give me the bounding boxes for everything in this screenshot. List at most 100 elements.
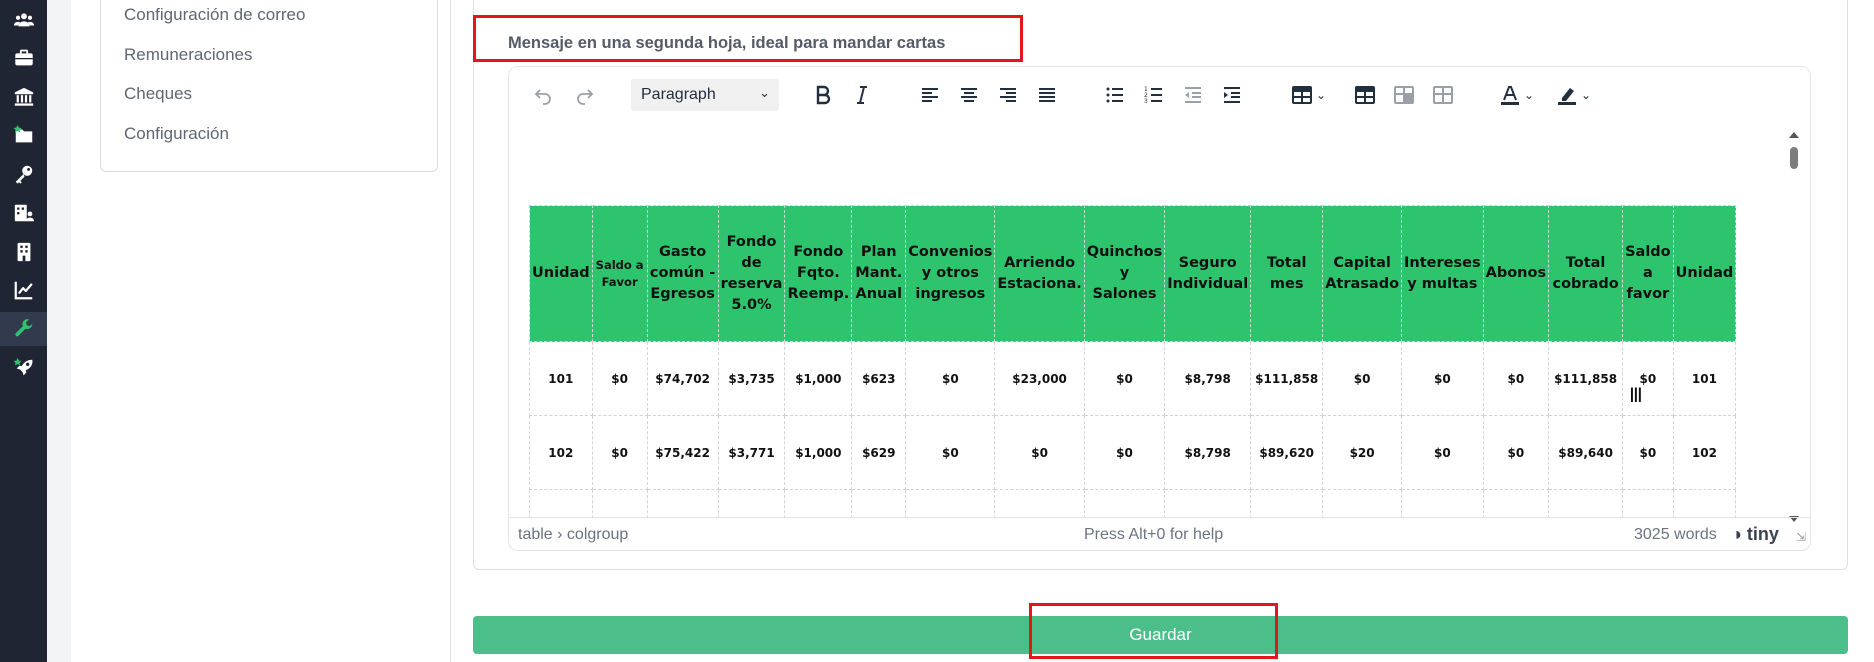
text-color-icon[interactable]: ⌄ xyxy=(1493,79,1539,111)
tiny-logo-text: tiny xyxy=(1746,524,1779,544)
undo-icon[interactable] xyxy=(527,79,559,111)
wrench-icon[interactable] xyxy=(0,312,47,346)
header-cell: Unidad xyxy=(1672,205,1737,342)
block-format-value: Paragraph xyxy=(641,86,716,103)
table-delete-icon[interactable] xyxy=(1427,79,1459,111)
header-cell: Total cobrado xyxy=(1548,205,1624,342)
table-chevron-icon: ⌄ xyxy=(1315,88,1327,102)
bullet-list-icon[interactable] xyxy=(1099,79,1131,111)
table-cell: $133,754 xyxy=(1250,489,1324,517)
table-cell: $0 xyxy=(1401,341,1484,416)
highlight-chevron-icon: ⌄ xyxy=(1580,88,1592,102)
bank-icon[interactable] xyxy=(0,80,47,114)
header-cell: Saldo a Favor xyxy=(591,205,648,342)
table-cell: $0 xyxy=(1622,415,1674,490)
table-cell: $0 xyxy=(1083,341,1166,416)
charges-table: Unidad Saldo a Favor Gasto común - Egres… xyxy=(529,205,1737,517)
table-cell: $111,858 xyxy=(1250,341,1324,416)
chart-line-icon[interactable] xyxy=(0,273,47,307)
header-cell: Quinchos y Salones xyxy=(1083,205,1166,342)
editor-statusbar: table › colgroup Press Alt+0 for help 30… xyxy=(509,517,1810,550)
table-cell: $3,735 xyxy=(717,341,786,416)
table-cell: $8,798 xyxy=(1164,415,1252,490)
building-icon[interactable] xyxy=(0,235,47,269)
table-cell: $0 xyxy=(905,341,996,416)
align-right-icon[interactable] xyxy=(992,79,1024,111)
table-cell: $111,858 xyxy=(1548,341,1624,416)
header-cell: Arriendo Estaciona. xyxy=(994,205,1085,342)
table-cell: $140,658 xyxy=(1322,489,1403,517)
header-cell: Fondo de reserva 5.0% xyxy=(717,205,786,342)
briefcase-icon[interactable] xyxy=(0,41,47,75)
table-cell: 103 xyxy=(529,489,593,517)
block-format-select[interactable]: Paragraph ⌄ xyxy=(631,79,779,111)
users-icon[interactable] xyxy=(0,3,47,37)
table-cell: $1,680 xyxy=(1401,489,1484,517)
submenu-item-configuracion[interactable]: Configuración xyxy=(124,124,229,144)
table-cell: $623 xyxy=(851,341,907,416)
table-cell: $89,640 xyxy=(1548,415,1624,490)
tiny-logo-icon: ◑ xyxy=(1731,524,1742,544)
table-cell: $0 xyxy=(1401,415,1484,490)
editor-content[interactable]: Unidad Saldo a Favor Gasto común - Egres… xyxy=(509,121,1810,517)
table-cell: $3,489 xyxy=(717,489,786,517)
align-center-icon[interactable] xyxy=(953,79,985,111)
table-cell: $74,702 xyxy=(646,341,719,416)
key-icon[interactable] xyxy=(0,157,47,191)
table-cell: 101 xyxy=(1672,341,1737,416)
bold-icon[interactable] xyxy=(807,79,839,111)
table-cell: $75,422 xyxy=(646,415,719,490)
table-cell: $1,000 xyxy=(784,341,853,416)
table-cell: $0 xyxy=(1482,341,1550,416)
table-cell: $0 xyxy=(905,415,996,490)
table-cell: 102 xyxy=(529,415,593,490)
header-cell: Plan Mant. Anual xyxy=(851,205,907,342)
word-count[interactable]: 3025 words xyxy=(1634,526,1717,544)
table-cell: 101 xyxy=(529,341,593,416)
submenu-item-remuneraciones[interactable]: Remuneraciones xyxy=(124,45,253,65)
table-cell: $58,897 xyxy=(905,489,996,517)
header-cell: Fondo Fqto. Reemp. xyxy=(784,205,853,342)
header-cell: Convenios y otros ingresos xyxy=(905,205,996,342)
tiny-logo[interactable]: ◑ tiny xyxy=(1731,524,1779,545)
table-cell: 103 xyxy=(1672,489,1737,517)
numbered-list-icon[interactable]: 123 xyxy=(1138,79,1170,111)
element-path[interactable]: table › colgroup xyxy=(518,526,628,544)
table-cell: $89,620 xyxy=(1250,415,1324,490)
table-cell: 102 xyxy=(1672,415,1737,490)
help-hint: Press Alt+0 for help xyxy=(1084,526,1224,543)
editor-scrollbar[interactable] xyxy=(1788,131,1800,523)
table-cell: $20 xyxy=(1322,415,1403,490)
table-cell-props-icon[interactable] xyxy=(1388,79,1420,111)
rocket-star-icon[interactable] xyxy=(0,351,47,385)
table-cell: $629 xyxy=(851,415,907,490)
table-props-icon[interactable] xyxy=(1349,79,1381,111)
building-user-icon[interactable] xyxy=(0,196,47,230)
submenu-item-correo[interactable]: Configuración de correo xyxy=(124,5,305,25)
align-justify-icon[interactable] xyxy=(1031,79,1063,111)
table-cell: $0 xyxy=(1083,415,1166,490)
table-cell: $0 xyxy=(591,341,648,416)
table-cell: $0 xyxy=(1482,415,1550,490)
table-cell: $0 xyxy=(994,489,1085,517)
italic-icon[interactable] xyxy=(846,79,878,111)
table-cell: $276,092 xyxy=(1548,489,1624,517)
app-root: Configuración de correo Remuneraciones C… xyxy=(0,0,1874,662)
redo-icon[interactable] xyxy=(569,79,601,111)
indent-icon[interactable] xyxy=(1216,79,1248,111)
table-cell: $0 xyxy=(1083,489,1166,517)
header-cell: Seguro Individual xyxy=(1164,205,1252,342)
table-menu-icon[interactable]: ⌄ xyxy=(1285,79,1331,111)
table-cell: $8,798 xyxy=(1164,341,1252,416)
rich-text-editor: Paragraph ⌄ 1 2 3 ⌄ ⌄ ⌄ Unidad Saldo a F… xyxy=(508,66,1811,551)
header-cell: Total mes xyxy=(1250,205,1324,342)
folder-star-icon[interactable] xyxy=(0,118,47,152)
highlight-color-icon[interactable]: ⌄ xyxy=(1550,79,1596,111)
header-cell: Gasto común - Egresos xyxy=(646,205,719,342)
align-left-icon[interactable] xyxy=(914,79,946,111)
submenu-item-cheques[interactable]: Cheques xyxy=(124,84,192,104)
resize-handle-icon[interactable]: ⇲ xyxy=(1796,530,1806,544)
chevron-down-icon: ⌄ xyxy=(759,85,770,100)
outdent-icon[interactable] xyxy=(1177,79,1209,111)
table-cell: $1,000 xyxy=(784,489,853,517)
